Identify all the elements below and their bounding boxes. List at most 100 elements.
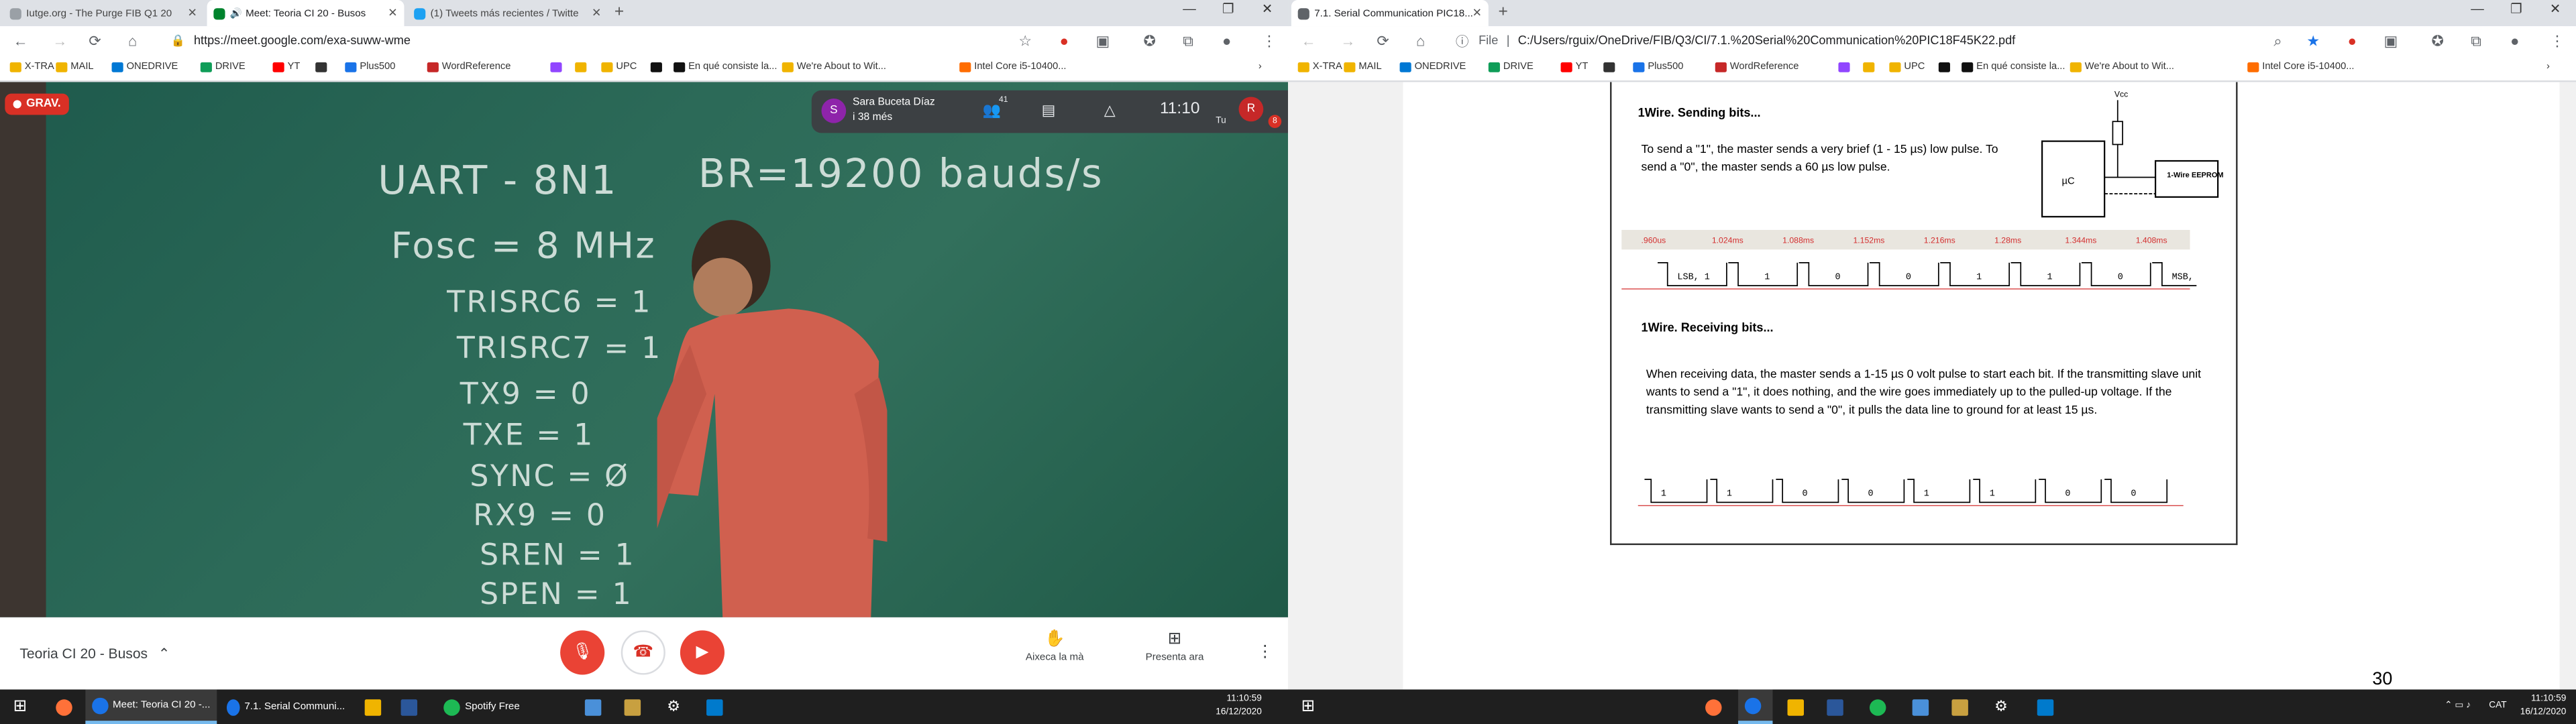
forward-icon[interactable]: → bbox=[52, 33, 67, 49]
minimize-icon[interactable]: — bbox=[2471, 1, 2484, 16]
explorer-taskbar-icon[interactable] bbox=[358, 690, 392, 724]
extension-icon[interactable]: ⧉ bbox=[1183, 33, 1193, 51]
new-tab-icon[interactable]: + bbox=[614, 3, 624, 21]
self-avatar[interactable]: R bbox=[1238, 97, 1264, 122]
clock-left[interactable]: 11:10:59 16/12/2020 bbox=[1216, 692, 1262, 719]
speaker-icon[interactable]: 🔊 bbox=[230, 7, 242, 19]
start-button[interactable]: ⊞ bbox=[1295, 690, 1322, 724]
bookmark-item[interactable]: We're About to Wit... bbox=[2070, 62, 2174, 72]
tray-icons[interactable]: ⌃ ▭ ♪ bbox=[2445, 699, 2471, 713]
bookmark-star-icon[interactable]: ☆ bbox=[1018, 33, 1032, 51]
leave-call-button[interactable]: ☎ bbox=[621, 630, 665, 675]
bookmark-item[interactable] bbox=[1603, 62, 1618, 72]
tab-twitter[interactable]: (1) Tweets más recientes / Twitte ✕ bbox=[407, 0, 608, 26]
bookmark-item[interactable] bbox=[1863, 62, 1878, 72]
tab-meet[interactable]: 🔊 Meet: Teoria CI 20 - Busos ✕ bbox=[207, 0, 405, 27]
settings-taskbar-icon[interactable]: ⚙ bbox=[660, 690, 686, 724]
profile-icon[interactable]: ● bbox=[2510, 33, 2519, 49]
bookmark-item[interactable]: WordReference bbox=[1715, 62, 1799, 72]
minimize-icon[interactable]: — bbox=[1183, 1, 1196, 16]
bookmark-item[interactable] bbox=[1838, 62, 1853, 72]
bookmarks-overflow-icon[interactable]: › bbox=[2546, 62, 2550, 72]
close-window-icon[interactable]: ✕ bbox=[1262, 1, 1273, 16]
extension-icon[interactable]: ⧉ bbox=[2471, 33, 2481, 51]
raise-hand-button[interactable]: ✋ Aixeca la mà bbox=[1006, 630, 1104, 663]
bookmark-item[interactable]: WordReference bbox=[427, 62, 511, 72]
home-icon[interactable]: ⌂ bbox=[1416, 33, 1425, 49]
bookmark-item[interactable]: X-TRA bbox=[1297, 62, 1342, 72]
reload-icon[interactable]: ⟳ bbox=[89, 33, 101, 51]
bookmark-item[interactable]: MAIL bbox=[56, 62, 94, 72]
word-taskbar-icon[interactable] bbox=[394, 690, 429, 724]
maximize-icon[interactable]: ❐ bbox=[2510, 1, 2522, 16]
back-icon[interactable]: ← bbox=[1301, 33, 1316, 49]
firefox-taskbar-icon[interactable] bbox=[1699, 690, 1733, 724]
bookmark-item[interactable]: Intel Core i5-10400... bbox=[959, 62, 1067, 72]
activities-icon[interactable]: △ bbox=[1104, 102, 1116, 120]
firefox-taskbar-icon[interactable] bbox=[49, 690, 83, 724]
home-icon[interactable]: ⌂ bbox=[128, 33, 137, 49]
word-taskbar-icon[interactable] bbox=[1820, 690, 1854, 724]
bookmark-item[interactable]: Intel Core i5-10400... bbox=[2247, 62, 2355, 72]
bookmark-item[interactable]: MAIL bbox=[1344, 62, 1382, 72]
extension-icon[interactable]: ▣ bbox=[1095, 33, 1110, 51]
menu-icon[interactable]: ⋮ bbox=[2550, 33, 2565, 51]
taskbar-item-meet[interactable]: Meet: Teoria CI 20 -... bbox=[85, 689, 217, 724]
forward-icon[interactable]: → bbox=[1340, 33, 1355, 49]
language-indicator[interactable]: CAT bbox=[2489, 699, 2506, 713]
participant-avatar[interactable]: S bbox=[821, 98, 847, 123]
close-window-icon[interactable]: ✕ bbox=[2550, 1, 2561, 16]
tab-iutge[interactable]: Iutge.org - The Purge FIB Q1 20 ✕ bbox=[3, 0, 204, 26]
bookmark-item[interactable]: DRIVE bbox=[1488, 62, 1534, 72]
bookmark-item[interactable]: We're About to Wit... bbox=[782, 62, 886, 72]
chrome-taskbar-icon[interactable] bbox=[1738, 689, 1773, 724]
people-icon[interactable]: 👥 bbox=[983, 102, 1001, 120]
vscode-taskbar-icon[interactable] bbox=[700, 690, 734, 724]
explorer-taskbar-icon[interactable] bbox=[1781, 690, 1815, 724]
vscode-taskbar-icon[interactable] bbox=[2031, 690, 2065, 724]
bookmark-item[interactable]: X-TRA bbox=[9, 62, 54, 72]
camera-off-button[interactable]: ▶ bbox=[680, 630, 725, 675]
extension-icon[interactable]: ✪ bbox=[1144, 33, 1156, 51]
close-tab-icon[interactable]: ✕ bbox=[1472, 7, 1482, 19]
bookmark-item[interactable]: En qué consiste la... bbox=[674, 62, 777, 72]
app-taskbar-icon[interactable] bbox=[578, 690, 612, 724]
close-tab-icon[interactable]: ✕ bbox=[187, 7, 197, 19]
present-now-button[interactable]: ⊞ Presenta ara bbox=[1126, 630, 1224, 663]
zoom-icon[interactable]: ⌕ bbox=[2273, 33, 2282, 51]
maximize-icon[interactable]: ❐ bbox=[1222, 1, 1234, 16]
address-bar[interactable]: https://meet.google.com/exa-suww-wme bbox=[194, 33, 411, 48]
bookmark-item[interactable]: ONEDRIVE bbox=[111, 62, 178, 72]
chat-icon[interactable]: ▤ bbox=[1042, 102, 1056, 120]
extension-icon[interactable]: ● bbox=[2348, 33, 2357, 49]
extension-icon[interactable]: ✪ bbox=[2432, 33, 2444, 51]
taskbar-item-spotify[interactable]: Spotify Free bbox=[437, 690, 551, 724]
bookmark-item[interactable]: Plus500 bbox=[345, 62, 395, 72]
bookmark-item[interactable]: UPC bbox=[601, 62, 637, 72]
tab-pdf[interactable]: 7.1. Serial Communication PIC18... ✕ bbox=[1291, 0, 1489, 27]
bookmark-item[interactable] bbox=[315, 62, 330, 72]
bookmark-item[interactable]: UPC bbox=[1889, 62, 1925, 72]
bookmark-star-icon[interactable]: ★ bbox=[2306, 33, 2320, 51]
bookmark-item[interactable] bbox=[550, 62, 565, 72]
bookmark-item[interactable]: ONEDRIVE bbox=[1399, 62, 1466, 72]
more-options-icon[interactable]: ⋮ bbox=[1256, 644, 1273, 662]
bookmark-item[interactable]: DRIVE bbox=[200, 62, 246, 72]
scrollbar[interactable] bbox=[2559, 82, 2576, 690]
bookmark-item[interactable] bbox=[1938, 62, 1953, 72]
bookmark-item[interactable] bbox=[650, 62, 665, 72]
taskbar-item-pdf[interactable]: 7.1. Serial Communi... bbox=[220, 690, 352, 724]
mic-off-button[interactable]: 🎙 bbox=[560, 630, 605, 675]
address-bar[interactable]: File | C:/Users/rguix/OneDrive/FIB/Q3/CI… bbox=[1479, 33, 2015, 48]
reload-icon[interactable]: ⟳ bbox=[1377, 33, 1389, 51]
settings-taskbar-icon[interactable]: ⚙ bbox=[1988, 690, 2014, 724]
app-taskbar-icon[interactable] bbox=[1945, 690, 1980, 724]
bookmark-item[interactable] bbox=[575, 62, 590, 72]
bookmark-item[interactable]: En qué consiste la... bbox=[1962, 62, 2065, 72]
menu-icon[interactable]: ⋮ bbox=[1262, 33, 1277, 51]
bookmark-item[interactable]: Plus500 bbox=[1633, 62, 1683, 72]
app-taskbar-icon[interactable] bbox=[1906, 690, 1940, 724]
back-icon[interactable]: ← bbox=[13, 33, 28, 49]
bookmark-item[interactable]: YT bbox=[1560, 62, 1588, 72]
clock-right[interactable]: 11:10:59 16/12/2020 bbox=[2520, 692, 2567, 719]
